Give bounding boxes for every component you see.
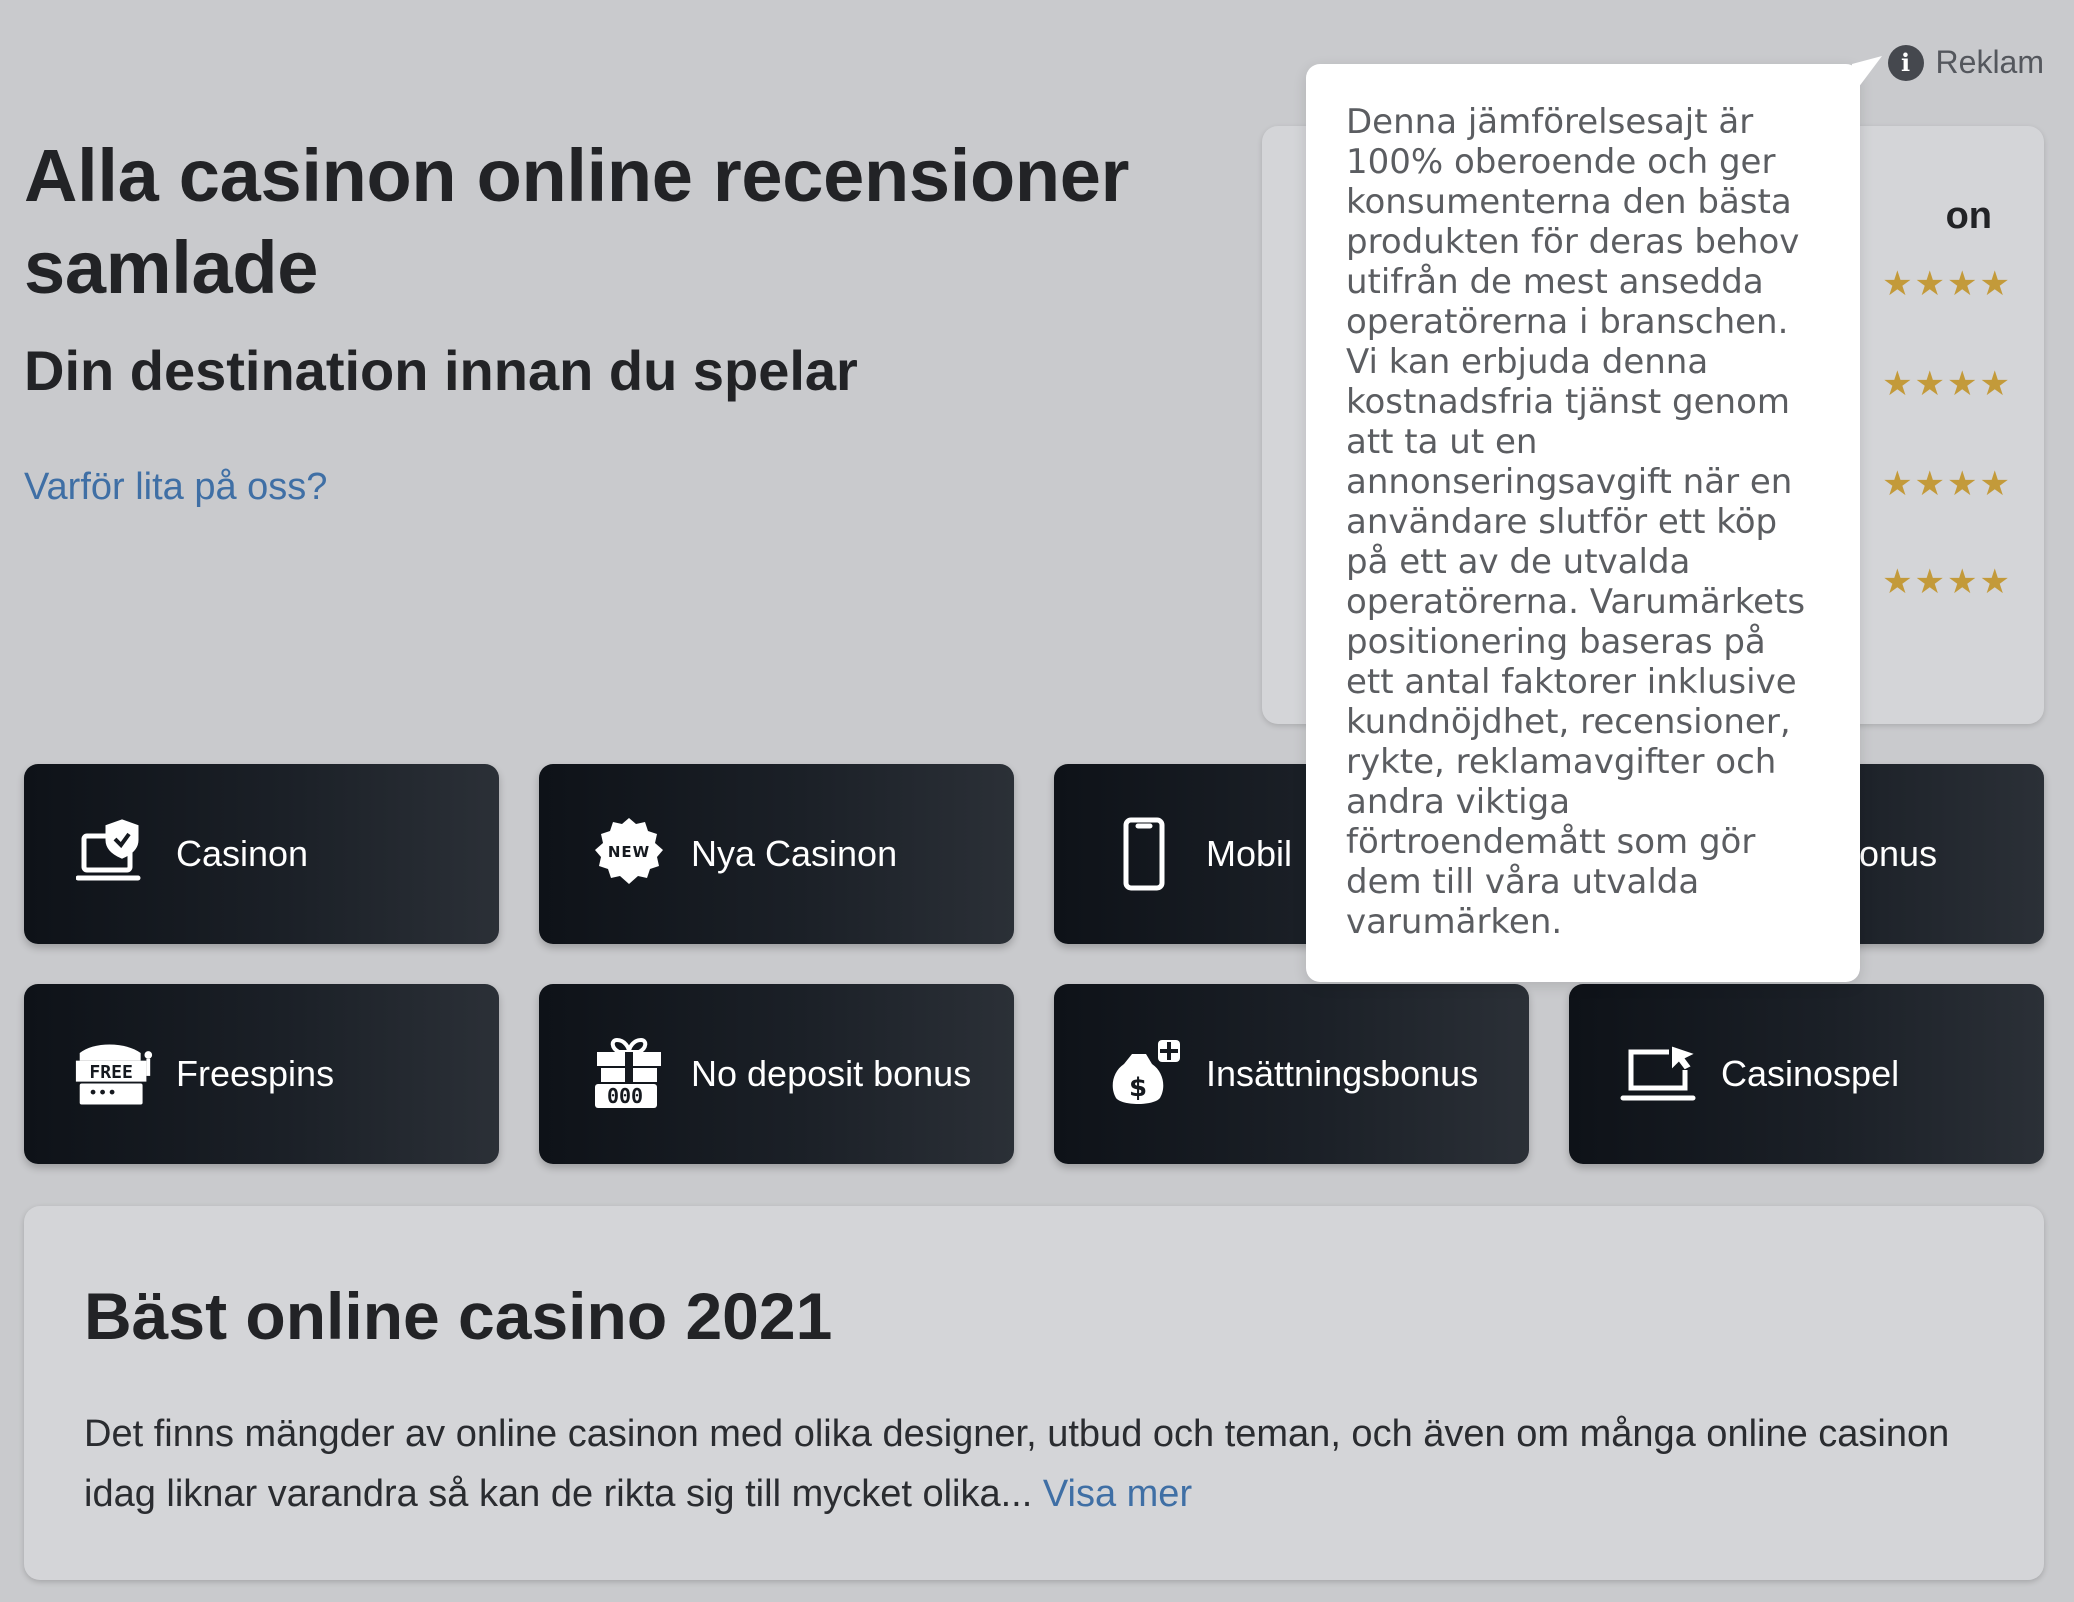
- intro-paragraph: Det finns mängder av online casinon med …: [84, 1413, 1950, 1515]
- category-label: Nya Casinon: [691, 833, 898, 874]
- category-label: Casinospel: [1721, 1053, 1900, 1094]
- category-insattningsbonus[interactable]: $ Insättningsbonus: [1054, 984, 1529, 1164]
- svg-text:FREE: FREE: [89, 1062, 133, 1083]
- category-label: Casinon: [176, 833, 309, 874]
- category-casinon[interactable]: Casinon: [24, 764, 499, 944]
- category-freespins[interactable]: FREE Freespins: [24, 984, 499, 1164]
- svg-text:$: $: [1129, 1073, 1147, 1103]
- svg-text:000: 000: [607, 1084, 643, 1108]
- section-title: Bäst online casino 2021: [84, 1279, 833, 1353]
- ad-disclosure-tooltip: Denna jämförelsesajt är 100% oberoende o…: [1306, 64, 1860, 982]
- laptop-shield-icon: [74, 814, 154, 894]
- gift-icon: 000: [589, 1034, 669, 1114]
- laptop-cursor-icon: [1619, 1034, 1699, 1114]
- svg-text:NEW: NEW: [608, 843, 650, 861]
- category-label: Freespins: [176, 1053, 335, 1094]
- why-trust-us-link[interactable]: Varför lita på oss?: [24, 466, 327, 509]
- category-no-deposit-bonus[interactable]: 000 No deposit bonus: [539, 984, 1014, 1164]
- category-nya-casinon[interactable]: NEW Nya Casinon: [539, 764, 1014, 944]
- category-label: No deposit bonus: [691, 1053, 972, 1094]
- page-subtitle: Din destination innan du spelar: [24, 339, 858, 402]
- show-more-link[interactable]: Visa mer: [1043, 1473, 1192, 1515]
- free-slot-icon: FREE: [74, 1034, 154, 1114]
- category-label: onus: [1859, 833, 1938, 874]
- money-bag-icon: $: [1104, 1034, 1184, 1114]
- ad-disclosure-button[interactable]: i Reklam: [1887, 44, 2044, 81]
- info-icon: i: [1887, 44, 1924, 81]
- new-badge-icon: NEW: [589, 814, 669, 894]
- category-casinospel[interactable]: Casinospel: [1569, 984, 2044, 1164]
- page-title: Alla casinon online recensioner samlade: [24, 134, 1130, 309]
- mobile-phone-icon: [1104, 814, 1184, 894]
- category-label: Insättningsbonus: [1206, 1053, 1479, 1094]
- ad-disclosure-label: Reklam: [1935, 44, 2044, 80]
- intro-section: Bäst online casino 2021 Det finns mängde…: [24, 1206, 2044, 1580]
- category-label: Mobil: [1206, 833, 1293, 874]
- intro-text: Det finns mängder av online casinon med …: [84, 1404, 1984, 1524]
- tooltip-pointer: [1852, 56, 1882, 96]
